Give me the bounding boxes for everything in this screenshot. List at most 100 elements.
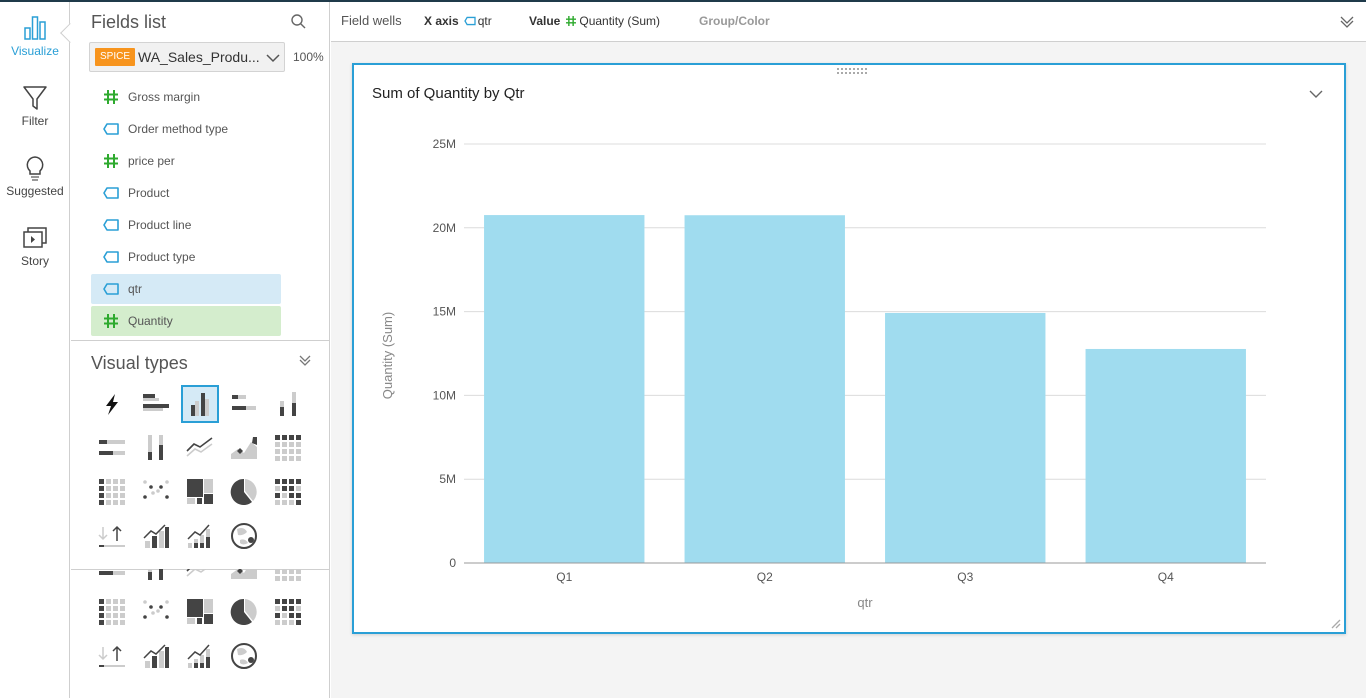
visual-type-pivot-table[interactable] [269,569,307,587]
value-label: Value [529,14,561,28]
kpi-icon [98,645,125,667]
line-chart-icon [186,569,207,577]
y-tick-label: 5M [439,472,456,486]
field-item-product[interactable]: Product [91,178,281,208]
field-label: Order method type [128,122,229,136]
bar-q2[interactable] [684,215,845,564]
resize-handle-icon[interactable] [1329,617,1341,629]
rail-label: Visualize [11,44,59,58]
visual-type-vertical-100-stacked-bar-chart[interactable] [137,429,175,467]
field-item-product-line[interactable]: Product line [91,210,281,240]
vertical-100-stacked-bar-chart-icon [148,435,163,460]
visual-type-scatter-plot[interactable] [137,473,175,511]
visual-type-pie-chart[interactable] [225,593,263,631]
field-label: Gross margin [128,90,201,104]
dimension-tag-icon [103,123,119,135]
bar-q3[interactable] [885,312,1046,563]
x-axis-well[interactable]: X axis qtr [424,14,492,28]
combo-stacked-bar-line-chart-icon [187,644,210,668]
lightbulb-icon [26,156,44,181]
visual-types-grid-overflow [93,569,313,694]
field-item-order-method-type[interactable]: Order method type [91,114,281,144]
rail-item-filter[interactable]: Filter [0,84,70,128]
bar-q1[interactable] [484,215,645,564]
double-chevron-down-icon[interactable] [1339,14,1355,30]
visual-type-heat-map[interactable] [269,473,307,511]
fields-list-panel: Fields list SPICE WA_Sales_Produ... 100%… [71,2,330,340]
visual-type-combo-bar-line-chart[interactable] [137,637,175,675]
visual-card[interactable]: Sum of Quantity by Qtr 0 5M 10M 15M 20M 25M Q1… [352,63,1346,634]
visual-type-geospatial-map[interactable] [225,637,263,675]
field-item-price-per[interactable]: price per [91,146,281,176]
visual-type-kpi[interactable] [93,517,131,555]
visual-type-table[interactable] [93,593,131,631]
y-tick-label: 10M [433,388,456,402]
group-color-well[interactable]: Group/Color [699,14,770,28]
dimension-tag-icon [103,219,119,231]
visual-type-combo-stacked-bar-line-chart[interactable] [181,517,219,555]
visual-type-pie-chart[interactable] [225,473,263,511]
x-tick-label: Q2 [757,570,773,584]
visual-type-geospatial-map[interactable] [225,517,263,555]
y-tick-label: 15M [433,305,456,319]
x-tick-label: Q4 [1158,570,1174,584]
rail-label: Filter [21,114,49,128]
visual-type-vertical-stacked-bar-chart[interactable] [269,385,307,423]
double-chevron-down-icon[interactable] [297,353,313,369]
visual-type-combo-stacked-bar-line-chart[interactable] [181,637,219,675]
measure-hash-icon [566,16,577,26]
rail-item-story[interactable]: Story [0,224,70,268]
visual-type-scatter-plot[interactable] [137,593,175,631]
field-label: Product [128,186,170,200]
left-nav-rail: Visualize Filter Suggested Story [0,2,70,698]
x-tick-label: Q3 [957,570,973,584]
horizontal-100-stacked-bar-chart-icon [99,571,125,575]
field-item-quantity[interactable]: Quantity [91,306,281,336]
visual-type-pivot-table[interactable] [269,429,307,467]
pie-chart-icon [230,478,257,505]
visual-type-area-line-chart[interactable] [225,429,263,467]
funnel-icon [23,86,47,110]
kpi-icon [98,525,125,547]
visual-type-horizontal-stacked-bar-chart[interactable] [225,385,263,423]
field-wells-bar[interactable]: Field wells X axis qtr Value Quantity (Sum… [331,2,1366,42]
value-well[interactable]: Value Quantity (Sum) [529,14,660,28]
pivot-table-icon [275,435,301,461]
visual-type-autograph[interactable] [93,385,131,423]
field-item-qtr[interactable]: qtr [91,274,281,304]
fields-list-title: Fields list [91,12,167,32]
visual-type-horizontal-bar-chart[interactable] [137,385,175,423]
field-label: Quantity [128,314,173,328]
visual-types-title: Visual types [91,353,188,373]
measure-hash-icon [104,314,118,328]
value-value: Quantity (Sum) [579,14,661,28]
rail-item-suggested[interactable]: Suggested [0,154,70,198]
y-axis-title: Quantity (Sum) [380,312,395,399]
visual-type-tree-map[interactable] [181,593,219,631]
visual-type-heat-map[interactable] [269,593,307,631]
visual-type-table[interactable] [93,473,131,511]
dimension-tag-icon [103,187,119,199]
tree-map-icon [187,599,213,624]
bar-chart: 0 5M 10M 15M 20M 25M Q1 Q2 Q3 Q4 qtr Quantity (Sum) [380,137,1266,610]
bar-chart-icon [24,16,46,40]
y-tick-label: 25M [433,137,456,151]
visual-type-combo-bar-line-chart[interactable] [137,517,175,555]
field-item-gross-margin[interactable]: Gross margin [91,82,281,112]
search-icon[interactable] [290,13,308,31]
field-item-product-type[interactable]: Product type [91,242,281,272]
visual-type-tree-map[interactable] [181,473,219,511]
combo-stacked-bar-line-chart-icon [187,524,210,548]
scatter-plot-icon [143,600,169,619]
dataset-selector[interactable]: SPICE WA_Sales_Produ... [89,42,285,72]
visual-type-vertical-bar-chart[interactable] [181,385,219,423]
rail-label: Story [20,254,49,268]
combo-bar-line-chart-icon [143,644,169,668]
bar-q4[interactable] [1085,348,1246,563]
y-tick-label: 20M [433,221,456,235]
visual-type-line-chart[interactable] [181,429,219,467]
rail-item-visualize[interactable]: Visualize [0,14,70,58]
visual-type-horizontal-100-stacked-bar-chart[interactable] [93,429,131,467]
field-label: Product type [128,250,196,264]
visual-type-kpi[interactable] [93,637,131,675]
